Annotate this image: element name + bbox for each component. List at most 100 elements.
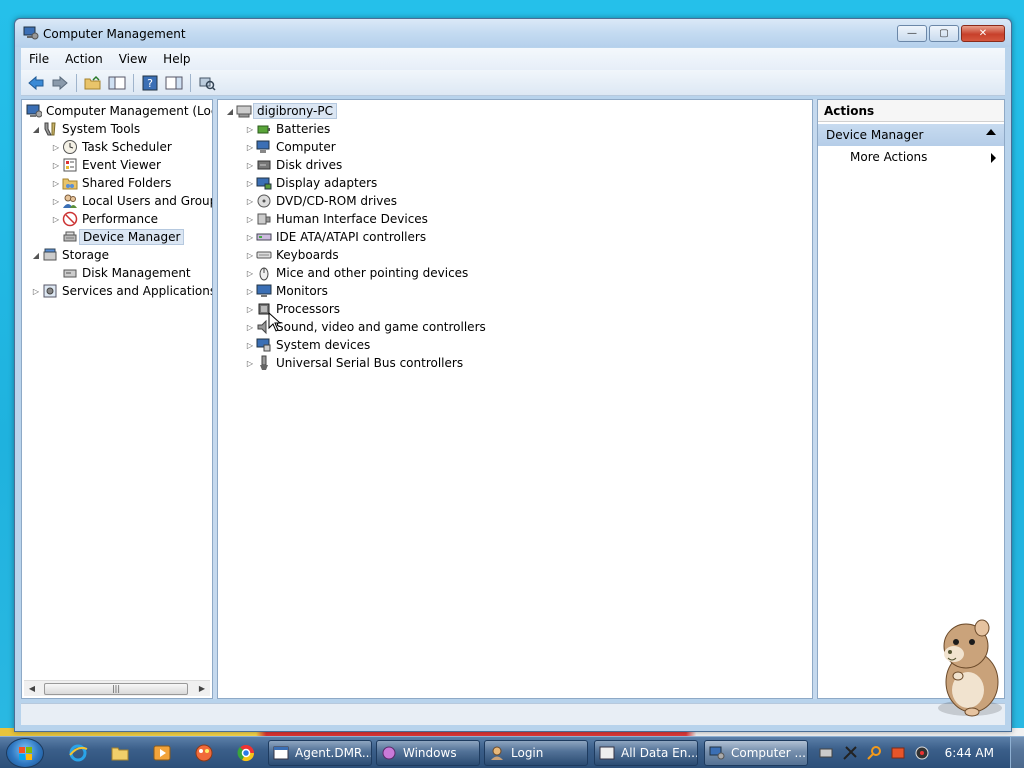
device-tree-pane: ◢ digibrony-PC ▷ Batteries ▷ Computer ▷ Disk … [217,99,813,699]
submenu-arrow-icon[interactable] [991,153,996,163]
scroll-left-icon[interactable]: ◀ [26,683,38,695]
device-category-batteries[interactable]: ▷ Batteries [244,120,330,138]
paint-app-icon[interactable] [194,743,214,763]
device-category-label: Keyboards [276,248,339,262]
device-root[interactable]: ◢ digibrony-PC [224,102,337,120]
tree-item-local-users[interactable]: ▷ Local Users and Groups [50,192,212,210]
more-actions-item[interactable]: More Actions [850,150,927,164]
tree-label: Computer Management (Local [46,104,213,118]
device-category-disk-drives[interactable]: ▷ Disk drives [244,156,342,174]
device-category-universal-serial-bus-controllers[interactable]: ▷ Universal Serial Bus controllers [244,354,463,372]
device-category-keyboards[interactable]: ▷ Keyboards [244,246,339,264]
minimize-button[interactable]: — [897,25,927,42]
device-category-computer[interactable]: ▷ Computer [244,138,336,156]
taskbar-task-login[interactable]: Login [484,740,588,766]
collapsed-arrow-icon[interactable]: ▷ [244,156,256,174]
tree-item-shared-folders[interactable]: ▷ Shared Folders [50,174,171,192]
tray-app-icon[interactable] [890,745,906,761]
collapsed-arrow-icon[interactable]: ▷ [50,174,62,192]
chrome-icon[interactable] [236,743,256,763]
scan-hardware-icon [199,77,216,91]
menu-action[interactable]: Action [57,52,111,66]
device-category-dvd-cd-rom-drives[interactable]: ▷ DVD/CD-ROM drives [244,192,397,210]
actions-section-device-manager[interactable]: Device Manager [818,124,1004,146]
menu-view[interactable]: View [111,52,155,66]
explorer-folder-icon[interactable] [110,743,130,763]
tree-item-performance[interactable]: ▷ Performance [50,210,158,228]
hamster-desktop-pet [938,619,1002,717]
tray-search-icon[interactable] [866,745,882,761]
forward-button[interactable] [49,73,71,93]
help-button[interactable]: ? [139,73,161,93]
collapsed-arrow-icon[interactable]: ▷ [244,138,256,156]
tree-item-root[interactable]: Computer Management (Local [26,102,213,120]
menu-file[interactable]: File [21,52,57,66]
collapsed-arrow-icon[interactable]: ▷ [244,354,256,372]
taskbar-task-all-data[interactable]: All Data En... [594,740,698,766]
collapsed-arrow-icon[interactable]: ▷ [244,336,256,354]
collapsed-arrow-icon[interactable]: ▷ [244,192,256,210]
device-category-label: Sound, video and game controllers [276,320,486,334]
media-player-icon[interactable] [152,743,172,763]
scrollbar-thumb[interactable]: ||| [44,683,188,695]
horizontal-scrollbar[interactable]: ◀ ||| ▶ [24,680,210,696]
clock-icon [63,140,77,154]
back-button[interactable] [25,73,47,93]
tree-item-system-tools[interactable]: ◢ System Tools [30,120,140,138]
clock[interactable]: 6:44 AM [945,746,994,760]
shared-folder-icon [62,178,78,190]
tree-item-services[interactable]: ▷ Services and Applications [30,282,212,300]
show-hide-tree-button[interactable] [106,73,128,93]
collapsed-arrow-icon[interactable]: ▷ [50,138,62,156]
tree-item-device-manager[interactable]: Device Manager [62,228,185,246]
up-folder-button[interactable] [82,73,104,93]
taskbar-task-windows[interactable]: Windows [376,740,480,766]
tray-network-icon[interactable] [818,745,834,761]
tray-media-icon[interactable] [914,745,930,761]
collapsed-arrow-icon[interactable]: ▷ [244,264,256,282]
collapsed-arrow-icon[interactable]: ▷ [244,318,256,336]
title-bar[interactable]: Computer Management — ▢ ✕ [15,19,1011,47]
collapsed-arrow-icon[interactable]: ▷ [244,174,256,192]
scroll-right-icon[interactable]: ▶ [196,683,208,695]
tray-tools-icon[interactable] [842,745,858,761]
expanded-arrow-icon[interactable]: ◢ [224,102,236,120]
collapsed-arrow-icon[interactable]: ▷ [244,246,256,264]
expanded-arrow-icon[interactable]: ◢ [30,246,42,264]
device-category-mice-and-other-pointing-devices[interactable]: ▷ Mice and other pointing devices [244,264,468,282]
show-hide-action-pane-button[interactable] [163,73,185,93]
device-category-system-devices[interactable]: ▷ System devices [244,336,370,354]
collapsed-arrow-icon[interactable]: ▷ [50,210,62,228]
collapse-up-icon[interactable] [986,129,996,135]
show-desktop-button[interactable] [1010,737,1024,768]
collapsed-arrow-icon[interactable]: ▷ [50,156,62,174]
taskbar-task-computer-management[interactable]: Computer ... [704,740,808,766]
tree-item-task-scheduler[interactable]: ▷ Task Scheduler [50,138,172,156]
close-button[interactable]: ✕ [961,25,1005,42]
device-category-ide-ata-atapi-controllers[interactable]: ▷ IDE ATA/ATAPI controllers [244,228,426,246]
collapsed-arrow-icon[interactable]: ▷ [30,282,42,300]
collapsed-arrow-icon[interactable]: ▷ [244,120,256,138]
human-interface-devices-icon [257,213,271,225]
collapsed-arrow-icon[interactable]: ▷ [50,192,62,210]
taskbar-task-agent[interactable]: Agent.DMR... [268,740,372,766]
system-tray: 6:44 AM [812,737,1024,768]
device-category-processors[interactable]: ▷ Processors [244,300,340,318]
device-category-monitors[interactable]: ▷ Monitors [244,282,328,300]
device-category-display-adapters[interactable]: ▷ Display adapters [244,174,377,192]
collapsed-arrow-icon[interactable]: ▷ [244,282,256,300]
tree-item-disk-management[interactable]: Disk Management [62,264,191,282]
tree-item-storage[interactable]: ◢ Storage [30,246,109,264]
start-button[interactable] [6,738,44,768]
collapsed-arrow-icon[interactable]: ▷ [244,210,256,228]
tree-item-event-viewer[interactable]: ▷ Event Viewer [50,156,161,174]
collapsed-arrow-icon[interactable]: ▷ [244,300,256,318]
internet-explorer-icon[interactable] [68,743,88,763]
device-category-human-interface-devices[interactable]: ▷ Human Interface Devices [244,210,428,228]
task-label: Login [511,746,544,760]
scan-hardware-button[interactable] [196,73,218,93]
menu-help[interactable]: Help [155,52,198,66]
expanded-arrow-icon[interactable]: ◢ [30,120,42,138]
collapsed-arrow-icon[interactable]: ▷ [244,228,256,246]
maximize-button[interactable]: ▢ [929,25,959,42]
